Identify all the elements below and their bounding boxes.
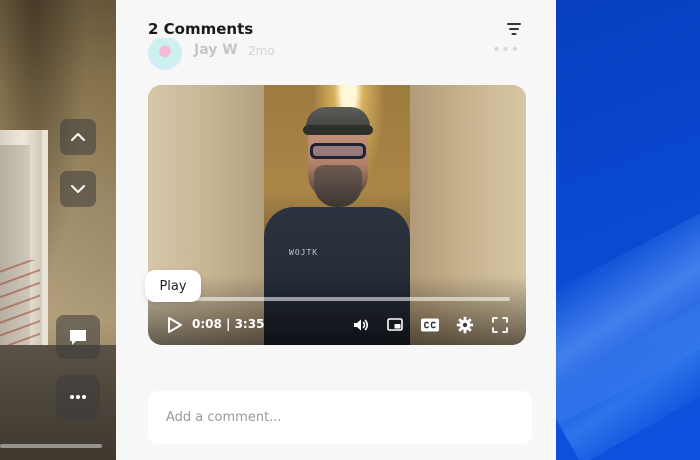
picture-in-picture-button[interactable] [384, 314, 406, 336]
avatar[interactable] [148, 38, 182, 70]
closed-captions-button[interactable] [418, 314, 442, 336]
comment-more-icon[interactable]: ••• [492, 42, 520, 58]
chevron-up-icon [71, 133, 85, 141]
comment-composer[interactable] [148, 391, 532, 444]
play-tooltip: Play [145, 270, 201, 302]
comment-icon [70, 330, 86, 345]
background-video [0, 0, 116, 460]
seek-bar[interactable] [166, 297, 510, 301]
shirt-logo: WOJTK [289, 248, 319, 257]
volume-button[interactable] [350, 314, 372, 336]
picture-in-picture-icon [387, 318, 403, 331]
settings-button[interactable] [454, 314, 476, 336]
chevron-down-icon [71, 185, 85, 193]
sort-button[interactable] [504, 19, 524, 39]
closed-captions-icon [421, 318, 439, 332]
play-icon [168, 317, 182, 333]
background-video-progress [0, 444, 102, 448]
more-icon [70, 395, 86, 399]
volume-icon [354, 319, 369, 331]
comment-author[interactable]: Jay W [194, 42, 238, 58]
previous-video-button[interactable] [60, 119, 96, 155]
person-glasses [310, 143, 366, 159]
comment-age: 2mo [248, 44, 275, 58]
video-shelf [0, 260, 40, 350]
person-cap-brim [303, 125, 373, 135]
filter-icon [507, 23, 521, 35]
comments-panel: 2 Comments Jay W 2mo ••• WOJTK 0:08 | 3:… [116, 0, 556, 460]
comments-header: 2 Comments [148, 18, 524, 40]
next-video-button[interactable] [60, 171, 96, 207]
comment-item: Jay W 2mo ••• [148, 38, 524, 70]
play-button[interactable] [162, 313, 186, 337]
more-options-button[interactable] [56, 375, 100, 419]
desktop-wallpaper [556, 0, 700, 460]
gear-icon [456, 316, 474, 334]
person-beard [314, 165, 362, 207]
fullscreen-button[interactable] [489, 314, 511, 336]
fullscreen-icon [492, 317, 508, 333]
comment-video-player[interactable]: WOJTK 0:08 | 3:35 [148, 85, 526, 345]
comments-button[interactable] [56, 315, 100, 359]
time-display: 0:08 | 3:35 [192, 317, 265, 331]
comments-title: 2 Comments [148, 20, 254, 38]
comment-input[interactable] [166, 410, 532, 425]
